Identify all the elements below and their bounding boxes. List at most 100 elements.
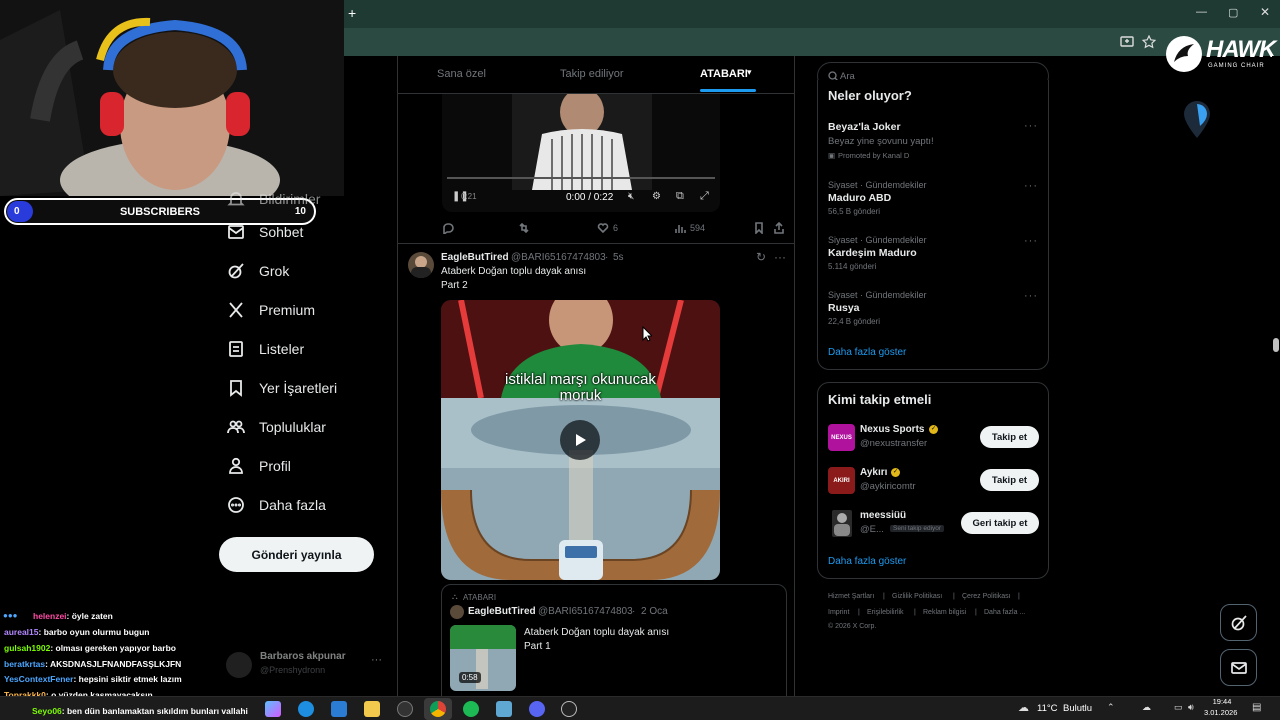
footer-link[interactable]: Daha fazla ... — [984, 609, 1025, 616]
footer-link[interactable]: Reklam bilgisi — [923, 609, 966, 616]
bookmark-post-button[interactable] — [753, 222, 765, 234]
settings-icon[interactable]: ⚙ — [652, 191, 661, 202]
post-more-icon[interactable]: ··· — [774, 250, 786, 264]
scrollbar[interactable] — [1272, 56, 1280, 696]
play-icon[interactable] — [560, 420, 600, 460]
views-count: 594 — [690, 223, 706, 233]
cloud-icon[interactable]: ☁ — [1142, 702, 1151, 713]
sidebar-item-more[interactable]: Daha fazla — [227, 490, 326, 520]
obs-icon[interactable] — [561, 701, 577, 717]
chevron-up-icon[interactable]: ⌃ — [1107, 702, 1115, 713]
trend-item[interactable]: Siyaset · Gündemdekiler Rusya 22,4 B gön… — [818, 288, 1048, 332]
follow-button[interactable]: Takip et — [980, 426, 1039, 448]
spotify-icon[interactable] — [463, 701, 479, 717]
clock-time[interactable]: 19:44 — [1209, 697, 1235, 706]
footer-link[interactable]: Imprint — [828, 609, 849, 616]
copilot-icon[interactable] — [265, 701, 281, 717]
trend-item[interactable]: Siyaset · Gündemdekiler Maduro ABD 56,5 … — [818, 178, 1048, 222]
sidebar-item-communities[interactable]: Topluluklar — [227, 412, 326, 442]
bookmark-star-icon[interactable] — [1142, 35, 1156, 49]
video-player[interactable]: ❚❚ 0:21 0:00 / 0:22 🔇︎ ⚙ ⧉ ⤢ — [442, 94, 720, 212]
verified-badge-icon: ✓ — [891, 468, 900, 477]
quote-community[interactable]: ATABARI — [463, 593, 496, 602]
quote-thumbnail[interactable]: 0:58 — [450, 625, 516, 691]
footer-link[interactable]: Çerez Politikası — [962, 593, 1011, 600]
reply-button[interactable] — [442, 222, 454, 234]
chevron-down-icon[interactable]: ▾ — [747, 67, 752, 78]
chat-text: : AKSDNASJLFNANDFASŞLKJFN — [45, 659, 182, 669]
maximize-button[interactable]: ▢ — [1228, 6, 1238, 19]
follow-show-more[interactable]: Daha fazla göster — [828, 556, 906, 567]
mouse-cursor-icon — [642, 326, 652, 342]
trend-more-icon[interactable]: ··· — [1024, 235, 1038, 247]
follow-back-button[interactable]: Geri takip et — [961, 512, 1039, 534]
app-icon[interactable] — [496, 701, 512, 717]
video-progress[interactable] — [447, 177, 715, 179]
chrome-icon[interactable] — [430, 701, 446, 717]
trend-item[interactable]: Beyaz'la Joker Beyaz yine şovunu yaptı! … — [818, 118, 1048, 164]
tab-atabari[interactable]: ATABARI — [700, 68, 748, 80]
weather-desc[interactable]: Bulutlu — [1063, 703, 1092, 714]
sidebar-item-bookmarks[interactable]: Yer İşaretleri — [227, 373, 337, 403]
account-more-icon[interactable]: ··· — [371, 654, 382, 666]
weather-icon: ☁ — [1018, 702, 1029, 714]
location-pin-icon — [1184, 101, 1210, 138]
views-button[interactable]: 594 — [674, 222, 705, 234]
follow-suggestion[interactable]: AKIRI Aykırı ✓ @aykiricomtr Takip et — [818, 464, 1048, 496]
trend-more-icon[interactable]: ··· — [1024, 290, 1038, 302]
minimize-button[interactable]: — — [1196, 6, 1207, 18]
new-tab-button[interactable]: + — [348, 5, 356, 21]
follow-suggestion[interactable]: meessiüü @E... Seni takip ediyor Geri ta… — [818, 507, 1048, 539]
chat-message: helenzei: öyle zaten — [33, 611, 113, 621]
footer-link[interactable]: Gizlilik Politikası — [892, 593, 942, 600]
post-author[interactable]: EagleButTired — [441, 252, 509, 263]
clock-date[interactable]: 3.01.2026 — [1204, 708, 1237, 717]
post-button[interactable]: Gönderi yayınla — [219, 537, 374, 572]
scrollbar-thumb[interactable] — [1273, 338, 1279, 352]
outlook-icon[interactable] — [331, 701, 347, 717]
volume-icon[interactable]: 🔊︎ — [1188, 702, 1194, 713]
pip-icon[interactable]: ⧉ — [676, 190, 684, 203]
close-window-button[interactable]: ✕ — [1260, 5, 1270, 19]
sidebar-item-grok[interactable]: Grok — [227, 256, 289, 286]
sidebar-item-notifications[interactable]: Bildirimler — [227, 184, 320, 214]
sidebar-item-lists[interactable]: Listeler — [227, 334, 304, 364]
follow-button[interactable]: Takip et — [980, 469, 1039, 491]
footer-link[interactable]: Erişilebilirlik — [867, 609, 904, 616]
follow-suggestion[interactable]: NEXUS Nexus Sports ✓ @nexustransfer Taki… — [818, 421, 1048, 453]
address-bar[interactable] — [344, 28, 1280, 56]
trend-item[interactable]: Siyaset · Gündemdekiler Kardeşim Maduro … — [818, 233, 1048, 277]
share-button[interactable] — [773, 222, 785, 234]
install-app-icon[interactable] — [1120, 35, 1134, 49]
edge-icon[interactable] — [298, 701, 314, 717]
sidebar-item-premium[interactable]: Premium — [227, 295, 315, 325]
repost-button[interactable] — [518, 222, 530, 234]
trend-more-icon[interactable]: ··· — [1024, 120, 1038, 132]
video-player[interactable]: istiklal marşı okunucak moruk — [441, 300, 720, 580]
trend-more-icon[interactable]: ··· — [1024, 180, 1038, 192]
avatar[interactable] — [408, 252, 434, 278]
messages-float-button[interactable] — [1220, 649, 1257, 686]
file-explorer-icon[interactable] — [364, 701, 380, 717]
like-button[interactable]: 6 — [597, 222, 618, 234]
trends-show-more[interactable]: Daha fazla göster — [828, 347, 906, 358]
network-icon[interactable]: ▭ — [1174, 702, 1183, 713]
xbox-icon[interactable] — [397, 701, 413, 717]
bookmark-icon — [230, 380, 242, 397]
discord-icon[interactable] — [529, 701, 545, 717]
weather-temp[interactable]: 11°C — [1037, 703, 1058, 714]
footer-link[interactable]: Hizmet Şartları — [828, 593, 874, 600]
grok-float-button[interactable] — [1220, 604, 1257, 641]
notification-icon[interactable]: ▤ — [1252, 702, 1261, 713]
post-handle[interactable]: @BARI65167474803 — [511, 252, 606, 263]
video-time: 0:00 / 0:22 — [566, 192, 614, 203]
tab-following[interactable]: Takip ediliyor — [560, 68, 624, 80]
who-to-follow-card: Kimi takip etmeli NEXUS Nexus Sports ✓ @… — [817, 382, 1049, 579]
mute-icon[interactable]: 🔇︎ — [628, 191, 634, 202]
fullscreen-icon[interactable]: ⤢ — [700, 190, 709, 203]
post-time[interactable]: 5s — [613, 252, 624, 263]
grok-explain-icon[interactable]: ↻ — [756, 250, 766, 264]
sidebar-item-chat[interactable]: Sohbet — [227, 217, 303, 247]
sidebar-item-profile[interactable]: Profil — [227, 451, 291, 481]
tab-for-you[interactable]: Sana özel — [437, 68, 486, 80]
